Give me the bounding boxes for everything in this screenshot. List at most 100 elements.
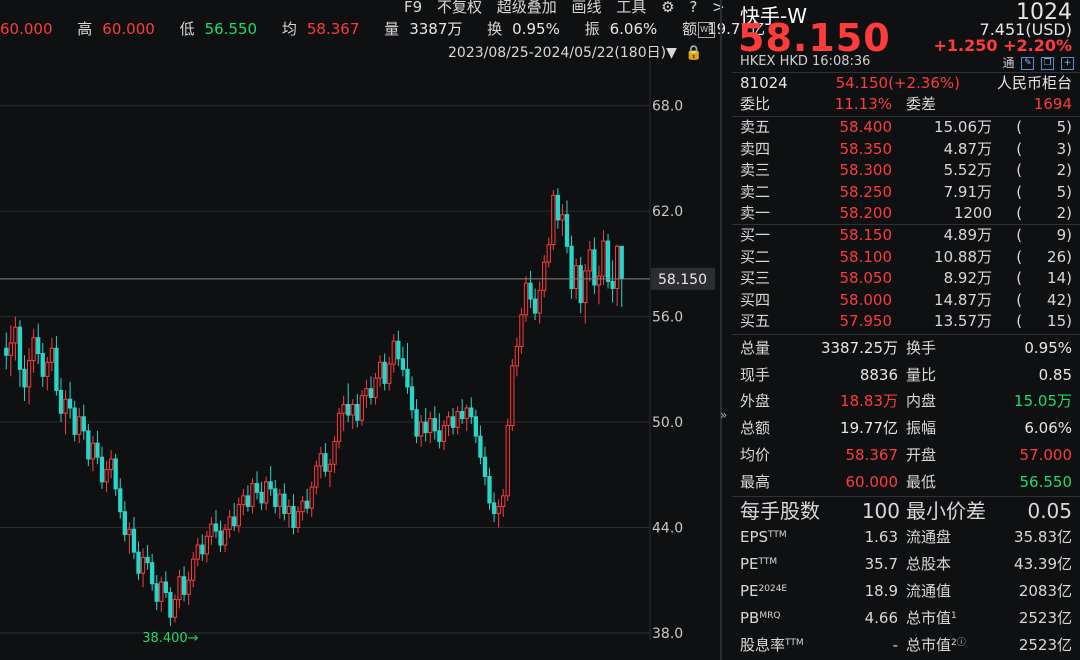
ask-orders: (5) [1016,118,1072,136]
stat-value: 0.95% [1024,339,1072,357]
candle [496,499,501,528]
candle [241,488,246,516]
ask-row[interactable]: 卖五 58.400 15.06万 (5) [732,117,1080,138]
panel-divider[interactable] [720,0,722,660]
bid-quantity: 10.88万 [934,247,992,266]
candle-body [309,486,314,509]
candle [523,276,529,322]
candle-body [159,581,164,602]
metric-label: PETTM [740,551,777,577]
ask-price: 58.400 [839,118,893,136]
bid-row[interactable]: 买二 58.100 10.88万 (26) [732,247,1080,268]
candle-body [177,576,182,601]
stat-value: 56.550 [1019,472,1073,491]
candlestick-chart[interactable]: 68.0 62.0 56.0 50.0 44.0 38.0 58.150 38.400→ [0,0,720,660]
candle [551,190,556,250]
candle-body [460,411,465,420]
stat-value: 58.367 [845,445,899,464]
rmb-counter-row[interactable]: 81024 54.150(+2.36%) 人民币柜台 [732,73,1080,94]
ask-quantity: 7.91万 [943,182,992,201]
collapse-panel-icon[interactable]: » [720,408,727,422]
candle [377,355,383,387]
lock-icon[interactable]: 🔒 [685,45,702,61]
fundamental-row: PBMRQ 4.66 总市值1 2523亿 [732,605,1080,631]
candle [268,466,273,496]
candle [473,409,478,444]
candle [145,545,150,570]
candle-body [300,500,305,513]
candle-body [154,583,159,602]
candle [300,495,305,521]
change-percent: +2.20% [1003,36,1072,55]
bid-row[interactable]: 买一 58.150 4.89万 (9) [732,225,1080,246]
bid-quantity: 13.57万 [934,312,992,331]
metric-label: 总市值1 [906,605,957,631]
stat-label: 换手 [906,339,937,357]
candle [63,390,68,435]
candle [54,335,59,396]
bid-row[interactable]: 买三 58.050 8.92万 (14) [732,268,1080,289]
ask-price: 58.300 [839,161,893,180]
candle [118,478,123,519]
copy-icon[interactable]: ❐ [1041,57,1055,70]
stat-label: 振幅 [906,419,937,438]
candle-body [382,361,387,384]
metric-value: 43.39亿 [1014,555,1072,573]
candle-body [4,347,9,356]
weicha-value: 1694 [1033,95,1072,113]
ask-row[interactable]: 卖四 58.350 4.87万 (3) [732,139,1080,160]
ask-quantity: 1200 [953,204,992,223]
candle [359,390,365,426]
kline-chart-area[interactable]: 60.000 高 60.000 低 56.550 均 58.367 量 3387万 换0… [0,0,765,660]
candle-body [195,544,200,560]
stat-label: 最高 [740,472,771,491]
candle [209,516,214,546]
candle [140,548,146,588]
candle [460,399,465,424]
metric-suffix: MRQ [759,611,781,621]
bid-row[interactable]: 买四 58.000 14.87万 (42) [732,290,1080,311]
edit-icon[interactable]: ✎ [1021,57,1035,70]
lot-size-value: 100 [861,499,900,523]
fundamental-row: 股息率TTM - 总市值2ⓘ 2523亿 [732,632,1080,658]
candle [181,566,187,602]
candle [95,430,100,465]
candle-body [537,289,542,314]
candle-body [186,579,191,595]
stat-row: 最高 60.000 最低 56.550 [732,469,1080,495]
candle-body [45,361,50,377]
ask-row[interactable]: 卖三 58.300 5.52万 (2) [732,160,1080,181]
add-icon[interactable]: + [1061,57,1074,70]
tick-size-value: 0.05 [1027,499,1072,523]
metric-name: 流通值 [906,582,952,600]
metric-name: EPS [740,528,769,546]
candle [560,204,565,236]
candle-body [108,458,114,471]
candle [263,476,269,510]
candle [469,397,474,424]
ask-price: 58.250 [839,182,893,201]
ask-level-label: 卖四 [740,139,771,158]
ask-row[interactable]: 卖一 58.200 1200 (2) [732,203,1080,224]
bid-row[interactable]: 买五 57.950 13.57万 (15) [732,311,1080,332]
ask-level-label: 卖三 [740,161,771,180]
candle-body [528,282,533,300]
stat-value: 15.05万 [1014,392,1072,411]
candle-body [254,483,260,493]
bid-price: 58.050 [839,269,893,288]
date-range-selector[interactable]: 2023/08/25-2024/05/22(180日)▼ 🔒 [448,42,703,62]
candle-body [496,505,501,514]
candle-body [428,418,433,434]
candle-body [396,340,401,360]
bid-price: 58.100 [839,247,893,266]
wp-icon[interactable]: WP [698,22,715,38]
candle-body [437,430,442,442]
ask-row[interactable]: 卖二 58.250 7.91万 (5) [732,182,1080,203]
candle [45,357,50,391]
candle-body [318,453,323,467]
candle [26,348,32,405]
metric-name: PB [740,609,760,627]
candle [168,587,173,626]
y-tick-label: 56.0 [652,310,683,326]
candle-body [501,495,506,507]
